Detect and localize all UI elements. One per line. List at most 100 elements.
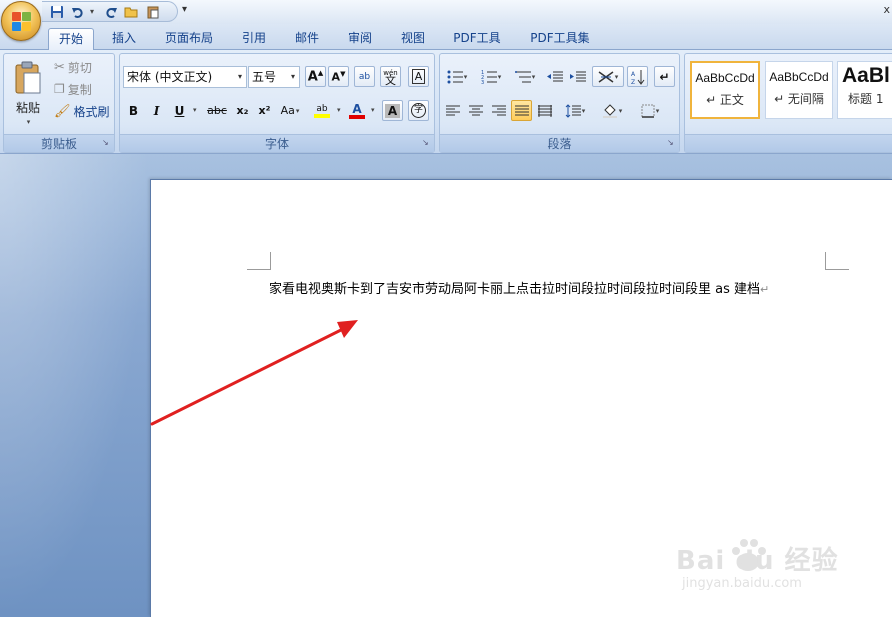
tab-references[interactable]: 引用: [232, 28, 276, 50]
distributed-icon: [537, 104, 552, 117]
quick-access-toolbar: ▾: [42, 1, 178, 22]
font-color-button[interactable]: A: [346, 100, 368, 121]
character-border-button[interactable]: A: [408, 66, 429, 87]
bullets-button[interactable]: ▾: [442, 66, 472, 87]
line-spacing-icon: [565, 103, 581, 118]
show-marks-button[interactable]: ↵: [654, 66, 675, 87]
tab-pdf-tools[interactable]: PDF工具: [444, 28, 510, 50]
align-left-icon: [445, 105, 460, 115]
multilevel-list-button[interactable]: ▾: [510, 66, 540, 87]
copy-button[interactable]: ❐ 复制: [54, 78, 92, 100]
style-no-spacing-sample: AaBbCcDd: [769, 70, 829, 84]
phonetic-guide-char: 文: [385, 73, 396, 87]
highlight-dropdown-icon[interactable]: ▾: [337, 106, 341, 114]
style-no-spacing-name: ↵ 无间隔: [774, 92, 824, 106]
font-size-value: 五号: [252, 70, 277, 84]
font-name-box[interactable]: 宋体 (中文正文) ▾: [123, 66, 247, 88]
align-center-icon: [468, 105, 483, 115]
chinese-layout-button[interactable]: ▾: [592, 66, 624, 87]
bold-button[interactable]: B: [123, 100, 144, 121]
font-launcher-icon[interactable]: ↘: [422, 139, 431, 148]
highlight-icon: ab: [316, 103, 328, 114]
shrink-font-icon: A▼: [331, 69, 346, 84]
decrease-indent-button[interactable]: [544, 66, 565, 87]
scissors-icon: ✂: [54, 59, 65, 75]
clipboard-launcher-icon[interactable]: ↘: [102, 139, 111, 148]
distributed-button[interactable]: [534, 100, 555, 121]
document-paragraph[interactable]: 家看电视奥斯卡到了吉安市劳动局阿卡丽上点击拉时间段拉时间段拉时间段里 as 建档…: [269, 278, 769, 297]
multilevel-list-icon: [514, 70, 531, 82]
chinese-layout-icon: [598, 70, 614, 83]
tab-home[interactable]: 开始: [48, 28, 94, 51]
style-no-spacing[interactable]: AaBbCcDd ↵ 无间隔: [765, 61, 833, 119]
shading-button[interactable]: ▾: [596, 100, 628, 121]
subscript-button[interactable]: x₂: [232, 100, 253, 121]
paste-dropdown-icon[interactable]: ▾: [27, 118, 31, 126]
paragraph-mark: ↵: [760, 283, 770, 296]
tab-review[interactable]: 审阅: [338, 28, 382, 50]
change-case-button[interactable]: Aa ▾: [278, 100, 302, 121]
enclose-characters-button[interactable]: 字: [408, 100, 429, 121]
redo-icon[interactable]: [102, 3, 119, 20]
superscript-button[interactable]: x²: [254, 100, 275, 121]
office-button[interactable]: [1, 1, 41, 41]
close-icon[interactable]: x: [883, 3, 890, 16]
clipboard-group: 粘贴 ▾ ✂ 剪切 ❐ 复制 🖌 格式刷 剪贴板 ↘: [3, 53, 115, 153]
align-left-button[interactable]: [442, 100, 463, 121]
style-heading-1-name: 标题 1: [848, 92, 884, 106]
cut-button[interactable]: ✂ 剪切: [54, 56, 92, 78]
watermark-url: jingyan.baidu.com: [682, 576, 802, 591]
line-spacing-button[interactable]: ▾: [560, 100, 590, 121]
justify-button[interactable]: [511, 100, 532, 121]
format-painter-icon: 🖌: [54, 103, 71, 119]
align-center-button[interactable]: [465, 100, 486, 121]
tab-insert[interactable]: 插入: [104, 28, 144, 50]
underline-dropdown-icon[interactable]: ▾: [193, 106, 197, 114]
font-size-dropdown-icon[interactable]: ▾: [287, 67, 299, 87]
tab-pdf-toolset[interactable]: PDF工具集: [522, 28, 598, 50]
undo-icon[interactable]: [69, 3, 86, 20]
highlight-button[interactable]: ab: [310, 100, 334, 121]
superscript-icon: x²: [258, 104, 271, 117]
baidu-watermark: Bai du 经验 jingyan.baidu.com: [676, 539, 876, 600]
ribbon: 粘贴 ▾ ✂ 剪切 ❐ 复制 🖌 格式刷 剪贴板 ↘ 宋体 (中文正文) ▾ 五…: [0, 50, 892, 154]
paste-icon[interactable]: [144, 3, 161, 20]
open-folder-icon[interactable]: [123, 3, 140, 20]
style-normal-name: ↵ 正文: [706, 93, 744, 107]
numbering-button[interactable]: 1 2 3 ▾: [476, 66, 506, 87]
paint-bucket-icon: [602, 103, 617, 118]
tab-view[interactable]: 视图: [392, 28, 434, 50]
phonetic-guide-button[interactable]: wén 文: [380, 66, 401, 87]
tab-page-layout[interactable]: 页面布局: [156, 28, 222, 50]
save-icon[interactable]: [48, 3, 65, 20]
underline-button[interactable]: U: [169, 100, 190, 121]
font-size-box[interactable]: 五号 ▾: [248, 66, 300, 88]
strikethrough-button[interactable]: abc: [204, 100, 230, 121]
clipboard-icon: [15, 61, 41, 93]
borders-button[interactable]: ▾: [634, 100, 666, 121]
paste-button[interactable]: 粘贴 ▾: [8, 58, 48, 128]
font-color-dropdown-icon[interactable]: ▾: [371, 106, 375, 114]
shrink-font-button[interactable]: A▼: [328, 66, 349, 87]
format-painter-button[interactable]: 🖌 格式刷: [54, 100, 110, 122]
character-shading-button[interactable]: A: [382, 100, 403, 121]
svg-text:3: 3: [481, 80, 484, 84]
align-right-button[interactable]: [488, 100, 509, 121]
paragraph-launcher-icon[interactable]: ↘: [667, 139, 676, 148]
font-name-dropdown-icon[interactable]: ▾: [234, 67, 246, 87]
tab-mailings[interactable]: 邮件: [286, 28, 328, 50]
sort-button[interactable]: AZ: [627, 66, 648, 87]
styles-group: AaBbCcDd ↵ 正文 AaBbCcDd ↵ 无间隔 AaBl 标题 1: [684, 53, 892, 153]
clear-formatting-button[interactable]: ab: [354, 66, 375, 87]
italic-icon: I: [153, 103, 160, 118]
grow-font-icon: A▲: [307, 68, 324, 85]
cut-label: 剪切: [67, 60, 92, 75]
italic-button[interactable]: I: [146, 100, 167, 121]
style-heading-1[interactable]: AaBl 标题 1: [837, 61, 892, 119]
grow-font-button[interactable]: A▲: [305, 66, 326, 87]
customize-qat-icon[interactable]: ▾: [182, 4, 187, 15]
justify-icon: [514, 105, 529, 115]
increase-indent-button[interactable]: [567, 66, 588, 87]
undo-dropdown-icon[interactable]: ▾: [90, 7, 98, 16]
style-normal[interactable]: AaBbCcDd ↵ 正文: [690, 61, 760, 119]
